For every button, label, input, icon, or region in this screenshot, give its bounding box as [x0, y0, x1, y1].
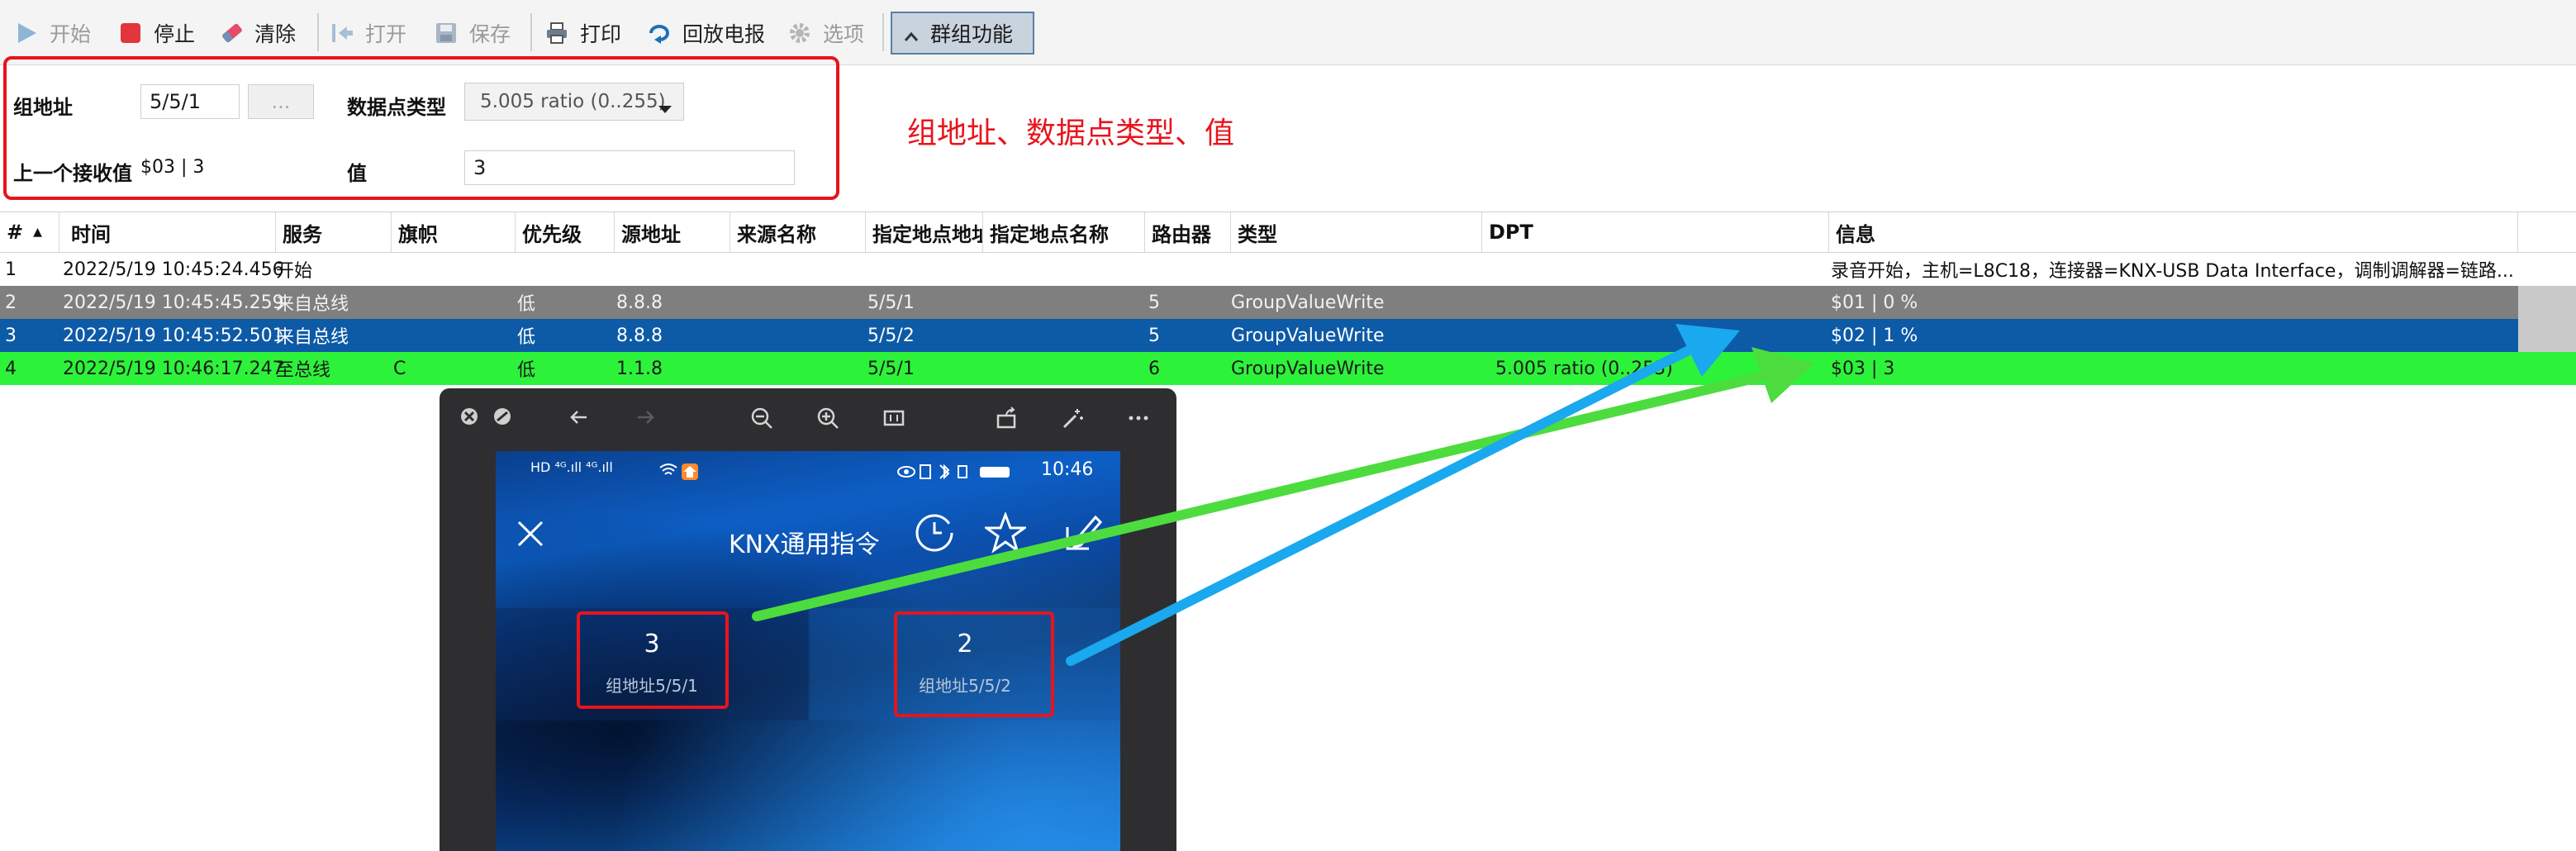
annotation-arrows: [752, 324, 1814, 666]
green-arrow: [752, 347, 1814, 621]
blue-arrow: [1066, 324, 1740, 666]
